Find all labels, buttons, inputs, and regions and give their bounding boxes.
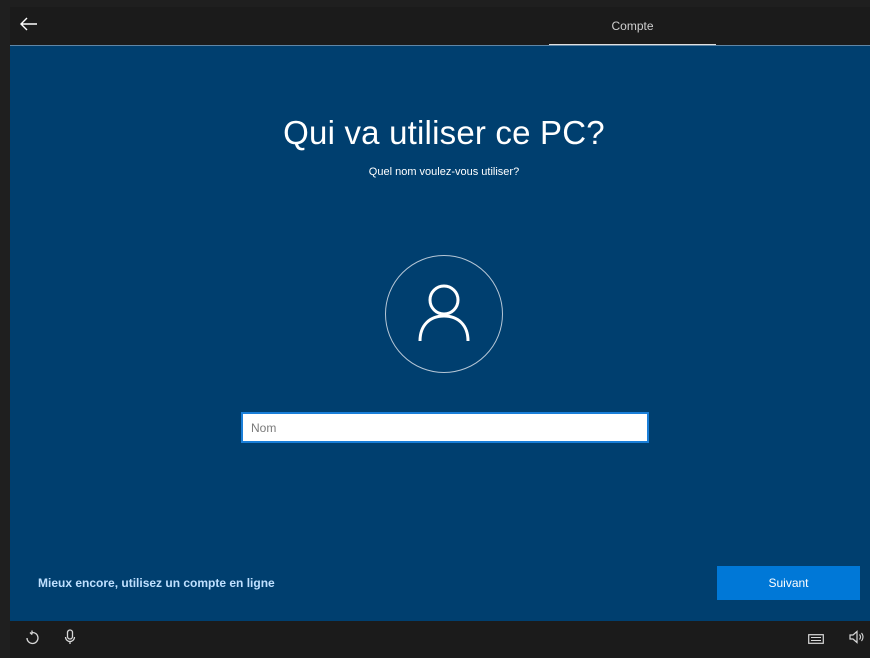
microphone-button[interactable]: [60, 621, 80, 658]
avatar: [385, 255, 503, 373]
main-panel: Qui va utiliser ce PC? Quel nom voulez-v…: [10, 45, 870, 621]
volume-icon: [849, 630, 865, 649]
name-field[interactable]: [241, 412, 649, 443]
back-arrow-icon: [20, 17, 38, 36]
next-button[interactable]: Suivant: [717, 566, 860, 600]
online-account-link[interactable]: Mieux encore, utilisez un compte en lign…: [38, 576, 275, 590]
top-bar: Compte: [10, 7, 870, 46]
back-button[interactable]: [10, 7, 48, 45]
ease-of-access-button[interactable]: [20, 621, 44, 658]
tab-compte: Compte: [611, 19, 654, 33]
page-subtitle: Quel nom voulez-vous utiliser?: [368, 166, 520, 178]
bottom-bar: [10, 621, 870, 658]
page-title: Qui va utiliser ce PC?: [283, 114, 605, 151]
keyboard-icon: [808, 631, 824, 649]
oobe-window: Compte Qui va utiliser ce PC? Quel nom v…: [0, 0, 870, 658]
volume-button[interactable]: [846, 621, 868, 658]
ease-of-access-icon: [24, 629, 40, 650]
user-icon: [414, 281, 474, 348]
keyboard-button[interactable]: [804, 621, 828, 658]
microphone-icon: [64, 629, 76, 650]
